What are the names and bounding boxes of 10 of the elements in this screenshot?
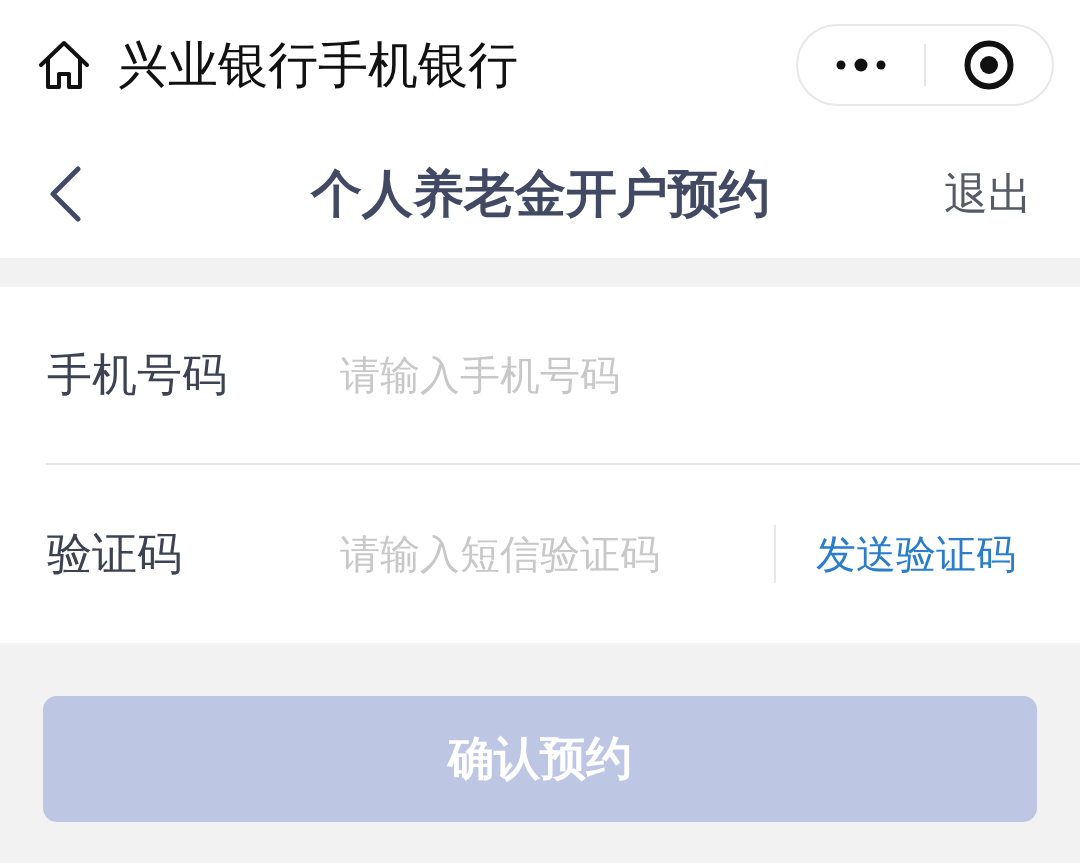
page-title: 个人养老金开户预约 (310, 162, 770, 225)
home-icon[interactable] (38, 40, 90, 90)
field-label: 手机号码 (47, 347, 228, 403)
send-code-button[interactable]: 发送验证码 (816, 526, 1016, 582)
target-icon[interactable] (964, 40, 1014, 90)
field-label: 验证码 (47, 526, 183, 582)
app-title: 兴业银行手机银行 (118, 34, 518, 96)
exit-button[interactable]: 退出 (944, 164, 1032, 224)
chevron-left-icon[interactable] (48, 166, 82, 222)
ellipsis-icon[interactable] (836, 58, 886, 72)
